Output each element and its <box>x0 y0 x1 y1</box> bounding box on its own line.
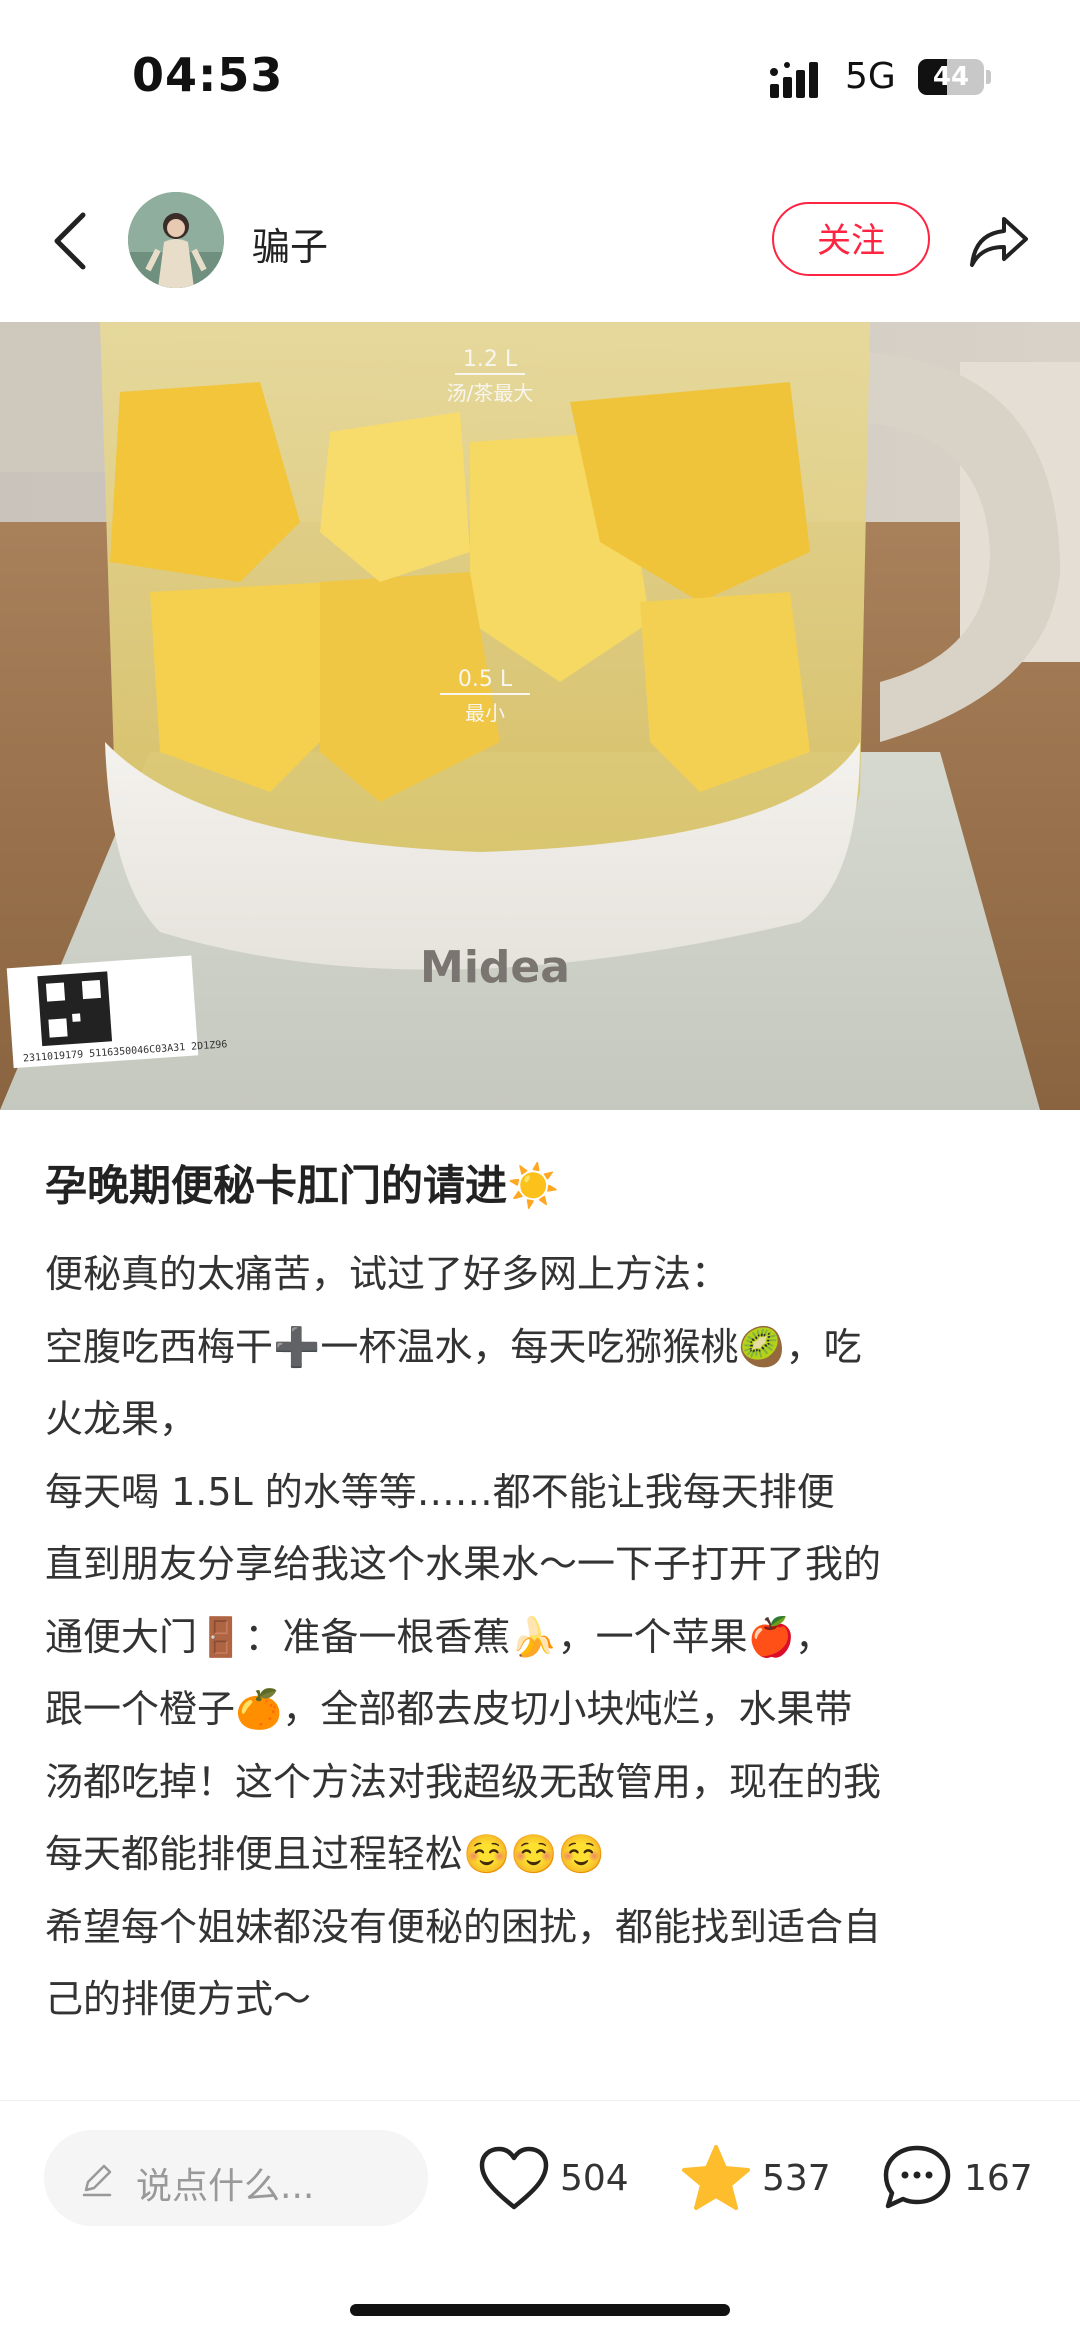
comment-button[interactable]: 167 <box>880 2140 1033 2216</box>
post-title: 孕晚期便秘卡肛门的请进☀️ <box>45 1161 560 1210</box>
post-content: 便秘真的太痛苦，试过了好多网上方法： 空腹吃西梅干➕一杯温水，每天吃猕猴桃🥝，吃… <box>45 1238 1045 2036</box>
follow-button[interactable]: 关注 <box>772 202 930 276</box>
content-line: 每天都能排便且过程轻松☺️☺️☺️ <box>45 1832 605 1876</box>
comment-icon <box>883 2145 951 2209</box>
content-line: 每天喝 1.5L 的水等等……都不能让我每天排便 <box>45 1469 835 1514</box>
content-line: 己的排便方式～ <box>45 1977 312 2021</box>
star-icon <box>682 2145 750 2210</box>
author-name[interactable]: 骗子 <box>252 216 328 271</box>
content-line: 跟一个橙子🍊，全部都去皮切小块炖烂，水果带 <box>45 1687 853 1731</box>
bottom-divider <box>0 2100 1080 2101</box>
content-line: 便秘真的太痛苦，试过了好多网上方法： <box>45 1252 730 1296</box>
battery-level: 44 <box>932 62 970 92</box>
comment-placeholder: 说点什么... <box>136 2166 315 2207</box>
battery-icon: 44 <box>918 59 984 95</box>
back-icon <box>54 212 86 270</box>
post-header: 骗子 关注 <box>0 180 1080 300</box>
home-indicator[interactable] <box>350 2304 730 2316</box>
back-button[interactable] <box>40 206 100 276</box>
status-time: 04:53 <box>132 48 284 102</box>
mark-max-label: 汤/茶最大 <box>447 381 534 405</box>
heart-icon <box>479 2146 549 2210</box>
comment-count: 167 <box>964 2157 1033 2199</box>
kettle-photo: 1.2 L 汤/茶最大 0.5 L 最小 Midea 2311019179 51… <box>0 322 1080 1110</box>
mark-max: 1.2 L <box>463 347 518 372</box>
mark-min-label: 最小 <box>465 701 505 725</box>
content-line: 通便大门🚪：准备一根香蕉🍌，一个苹果🍎， <box>45 1614 833 1659</box>
battery-nub <box>986 70 991 84</box>
share-button[interactable] <box>964 206 1034 276</box>
brand-logo: Midea <box>420 942 570 993</box>
network-type: 5G <box>845 56 896 97</box>
status-bar: 04:53 5G 44 <box>0 0 1080 150</box>
pencil-icon <box>82 2164 112 2197</box>
content-line: 火龙果， <box>45 1397 198 1441</box>
content-line: 汤都吃掉！这个方法对我超级无敌管用，现在的我 <box>45 1759 882 1804</box>
comment-input[interactable]: 说点什么... <box>44 2130 428 2226</box>
signal-icon <box>770 62 818 98</box>
post-photo[interactable]: 1.2 L 汤/茶最大 0.5 L 最小 Midea 2311019179 51… <box>0 322 1080 1110</box>
collect-count: 537 <box>762 2157 831 2199</box>
collect-button[interactable]: 537 <box>680 2140 831 2216</box>
content-line: 空腹吃西梅干➕一杯温水，每天吃猕猴桃🥝，吃 <box>45 1324 862 1369</box>
content-line: 希望每个姐妹都没有便秘的困扰，都能找到适合自 <box>45 1904 882 1949</box>
like-count: 504 <box>560 2157 629 2199</box>
like-button[interactable]: 504 <box>478 2140 629 2216</box>
share-icon <box>970 217 1028 267</box>
content-line: 直到朋友分享给我这个水果水～一下子打开了我的 <box>45 1542 882 1586</box>
avatar-image <box>128 192 224 288</box>
author-avatar[interactable] <box>128 192 224 288</box>
mark-min: 0.5 L <box>458 667 513 692</box>
